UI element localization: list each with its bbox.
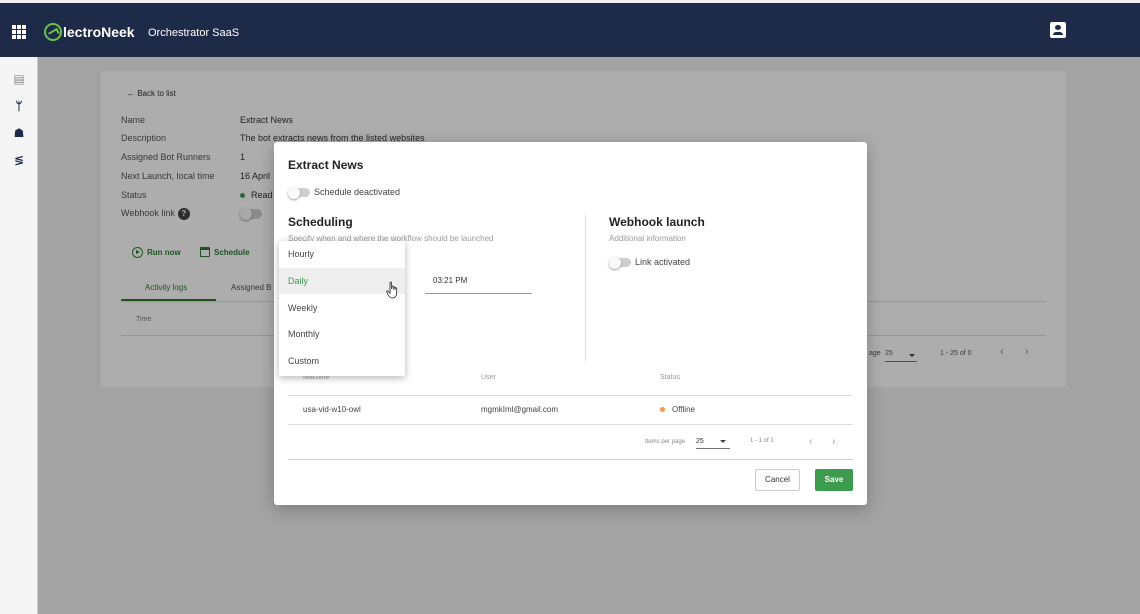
schedule-toggle[interactable] <box>288 186 310 199</box>
logo-text: lectroNeek <box>63 24 135 40</box>
dropdown-option-hourly[interactable]: Hourly <box>279 241 405 267</box>
frequency-dropdown-menu: Hourly Daily Weekly Monthly Custom <box>279 241 405 376</box>
section-divider <box>585 215 586 361</box>
time-input[interactable]: 03:21 PM <box>425 268 532 294</box>
sidebar: ▤ ᛘ ☗ ≶ <box>0 57 38 614</box>
items-per-page-select[interactable]: 25 <box>696 435 730 449</box>
dropdown-option-monthly[interactable]: Monthly <box>279 321 405 347</box>
chevron-down-icon <box>720 440 726 443</box>
status-cell-text: Offline <box>672 405 695 414</box>
table-header-divider <box>288 395 853 396</box>
schedule-toggle-label: Schedule deactivated <box>314 187 401 197</box>
electroneek-logo-icon <box>44 23 62 41</box>
webhook-launch-heading: Webhook launch <box>609 215 705 229</box>
items-per-page-label: Items per page <box>645 439 686 445</box>
status-cell: Offline <box>660 405 695 414</box>
workflow-icon[interactable]: ᛘ <box>12 99 26 113</box>
electroneek-logo[interactable]: lectroNeek <box>44 23 135 41</box>
webhook-link-activated-toggle[interactable] <box>609 256 631 269</box>
table-row-divider <box>288 424 853 425</box>
dashboard-icon[interactable]: ▤ <box>12 72 26 86</box>
webhook-link-activated-label: Link activated <box>635 257 691 267</box>
column-header-status: Status <box>660 374 680 381</box>
dropdown-option-custom[interactable]: Custom <box>279 348 405 374</box>
webhook-launch-subtitle: Additional information <box>609 234 686 243</box>
top-bar: lectroNeek Orchestrator SaaS <box>0 3 1140 57</box>
apps-grid-icon[interactable] <box>12 25 26 39</box>
bot-icon[interactable]: ☗ <box>12 126 26 140</box>
footer-divider <box>288 459 853 460</box>
user-cell: mgmkIml@gmail.com <box>481 405 559 414</box>
pager-range: 1 - 1 of 1 <box>750 438 774 444</box>
scheduling-heading: Scheduling <box>288 215 353 229</box>
per-page-value: 25 <box>696 438 704 445</box>
cancel-button[interactable]: Cancel <box>755 469 800 491</box>
machine-cell: usa-vid-w10-owl <box>303 405 361 414</box>
offline-status-dot <box>660 407 665 413</box>
next-page-icon[interactable]: › <box>832 436 835 447</box>
column-header-user: User <box>481 374 496 381</box>
user-account-icon[interactable] <box>1050 22 1066 38</box>
hand-pointer-cursor-icon <box>386 281 398 299</box>
settings-sliders-icon[interactable]: ≶ <box>12 153 26 167</box>
save-button[interactable]: Save <box>815 469 853 491</box>
modal-title: Extract News <box>288 158 364 172</box>
prev-page-icon[interactable]: ‹ <box>809 436 812 447</box>
app-title: Orchestrator SaaS <box>148 27 240 39</box>
